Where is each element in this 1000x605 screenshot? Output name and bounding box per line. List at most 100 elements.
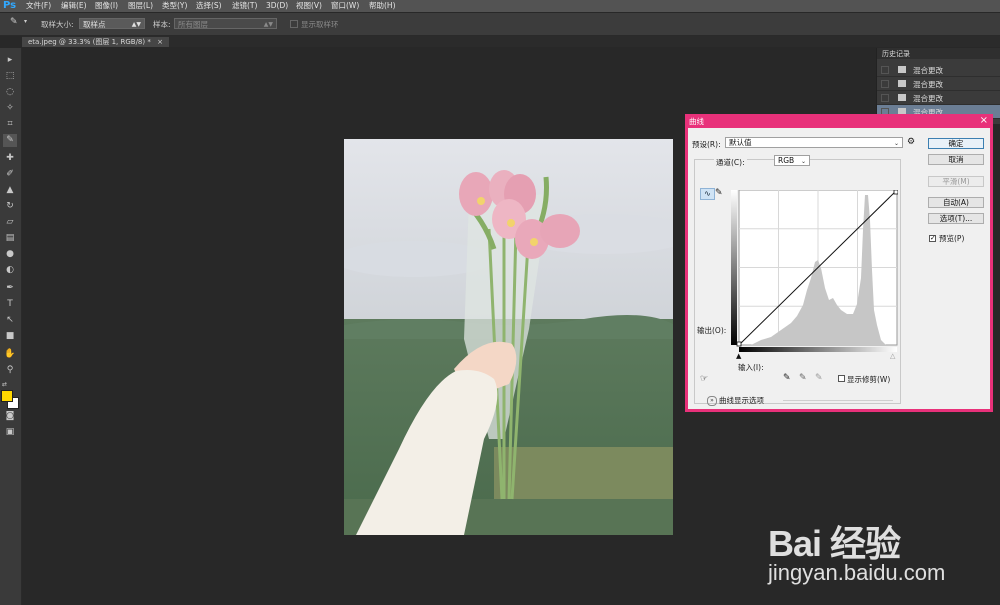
history-item[interactable]: 混合更改 bbox=[877, 63, 1000, 77]
crop-tool-icon[interactable]: ⌗ bbox=[3, 118, 17, 131]
dodge-tool-icon[interactable]: ◐ bbox=[3, 264, 17, 277]
output-gradient-bar bbox=[731, 190, 737, 345]
foreground-color-swatch[interactable] bbox=[1, 390, 13, 402]
curves-dialog: 曲线 × 预设(R): 默认值 ⌄ ⚙ 确定 取消 平滑(M) 自动(A) 选项(… bbox=[685, 114, 993, 412]
menu-edit[interactable]: 编辑(E) bbox=[61, 0, 87, 12]
toolbox: ▸ ⬚ ◌ ✧ ⌗ ✎ ✚ ✐ ▲ ↻ ▱ ▤ ● ◐ ✒ T ↖ ■ ✋ ⚲ … bbox=[0, 48, 22, 605]
smooth-button[interactable]: 平滑(M) bbox=[928, 176, 984, 187]
close-icon[interactable]: × bbox=[157, 38, 163, 46]
baidu-watermark: Bai 经验 jingyan.baidu.com bbox=[768, 495, 1000, 605]
options-button[interactable]: 选项(T)... bbox=[928, 213, 984, 224]
curve-display-options-label[interactable]: 曲线显示选项 bbox=[719, 395, 764, 406]
swap-colors-icon[interactable]: ⇄ bbox=[2, 381, 7, 388]
menu-help[interactable]: 帮助(H) bbox=[369, 0, 396, 12]
curves-graph[interactable] bbox=[731, 190, 898, 352]
menu-file[interactable]: 文件(F) bbox=[26, 0, 51, 12]
document-tab-title: eta.jpeg @ 33.3% (图层 1, RGB/8) * bbox=[28, 38, 151, 46]
document-icon bbox=[898, 80, 906, 87]
show-clipping-checkbox[interactable] bbox=[838, 375, 845, 382]
ok-button[interactable]: 确定 bbox=[928, 138, 984, 149]
menu-image[interactable]: 图像(I) bbox=[95, 0, 118, 12]
hand-adjust-icon[interactable]: ☞ bbox=[700, 374, 708, 384]
magic-wand-tool-icon[interactable]: ✧ bbox=[3, 102, 17, 115]
shape-tool-icon[interactable]: ■ bbox=[3, 330, 17, 343]
history-item[interactable]: 混合更改 bbox=[877, 77, 1000, 91]
chevron-down-icon: ▲▼ bbox=[131, 21, 141, 28]
brush-tool-icon[interactable]: ✐ bbox=[3, 168, 17, 181]
gradient-tool-icon[interactable]: ▤ bbox=[3, 232, 17, 245]
history-checkbox[interactable] bbox=[881, 66, 889, 74]
history-brush-tool-icon[interactable]: ↻ bbox=[3, 200, 17, 213]
sample-value: 所有图层 bbox=[178, 20, 208, 29]
output-label: 输出(O): bbox=[697, 326, 727, 335]
black-point-slider-icon[interactable]: ▲ bbox=[736, 352, 741, 360]
sample-select[interactable]: 所有图层 ▲▼ bbox=[174, 18, 277, 29]
channel-select[interactable]: RGB ⌄ bbox=[774, 155, 810, 166]
sample-size-value: 取样点 bbox=[83, 20, 106, 29]
sample-size-select[interactable]: 取样点 ▲▼ bbox=[79, 18, 145, 29]
divider bbox=[783, 400, 893, 401]
zoom-tool-icon[interactable]: ⚲ bbox=[3, 364, 17, 377]
quick-mask-icon[interactable]: ◙ bbox=[3, 410, 17, 423]
stamp-tool-icon[interactable]: ▲ bbox=[3, 184, 17, 197]
pen-tool-icon[interactable]: ✒ bbox=[3, 282, 17, 295]
path-select-tool-icon[interactable]: ↖ bbox=[3, 314, 17, 327]
curve-point-black bbox=[736, 341, 742, 347]
preset-options-gear-icon[interactable]: ⚙ bbox=[907, 137, 915, 147]
menu-view[interactable]: 视图(V) bbox=[296, 0, 322, 12]
history-item[interactable]: 混合更改 bbox=[877, 91, 1000, 105]
chevron-down-icon: ⌄ bbox=[800, 158, 806, 165]
tool-preset-arrow-icon[interactable]: ▾ bbox=[24, 18, 27, 25]
menu-filter[interactable]: 滤镜(T) bbox=[232, 0, 257, 12]
show-ring-checkbox[interactable] bbox=[290, 20, 298, 28]
eraser-tool-icon[interactable]: ▱ bbox=[3, 216, 17, 229]
lasso-tool-icon[interactable]: ◌ bbox=[3, 86, 17, 99]
screen-mode-icon[interactable]: ▣ bbox=[3, 426, 17, 439]
white-eyedropper-icon[interactable]: ✎ bbox=[815, 373, 823, 383]
healing-brush-tool-icon[interactable]: ✚ bbox=[3, 152, 17, 165]
input-label: 输入(I): bbox=[738, 363, 764, 372]
document-tab[interactable]: eta.jpeg @ 33.3% (图层 1, RGB/8) * × bbox=[22, 37, 169, 47]
close-icon[interactable]: × bbox=[980, 114, 988, 128]
menu-select[interactable]: 选择(S) bbox=[196, 0, 222, 12]
preset-select[interactable]: 默认值 ⌄ bbox=[725, 137, 903, 148]
type-tool-icon[interactable]: T bbox=[3, 298, 17, 311]
expand-chevron-icon[interactable]: » bbox=[707, 396, 717, 406]
marquee-tool-icon[interactable]: ⬚ bbox=[3, 70, 17, 83]
menu-bar: Ps 文件(F) 编辑(E) 图像(I) 图层(L) 类型(Y) 选择(S) 滤… bbox=[0, 0, 1000, 12]
document-icon bbox=[898, 66, 906, 73]
preview-checkbox[interactable]: ✓ bbox=[929, 235, 936, 242]
hand-tool-icon[interactable]: ✋ bbox=[3, 348, 17, 361]
options-bar: ✎ ▾ 取样大小: 取样点 ▲▼ 样本: 所有图层 ▲▼ 显示取样环 bbox=[0, 13, 1000, 36]
show-ring-label: 显示取样环 bbox=[301, 20, 339, 29]
white-point-slider-icon[interactable]: △ bbox=[890, 352, 895, 360]
black-eyedropper-icon[interactable]: ✎ bbox=[783, 373, 791, 383]
document-icon bbox=[898, 94, 906, 101]
menu-window[interactable]: 窗口(W) bbox=[331, 0, 359, 12]
curves-dialog-title: 曲线 bbox=[689, 117, 704, 126]
eyedropper-icon[interactable]: ✎ bbox=[10, 17, 18, 27]
channel-label: 通道(C): bbox=[714, 157, 747, 168]
move-tool-icon[interactable]: ▸ bbox=[3, 54, 17, 67]
curve-point-tool-icon[interactable]: ∿ bbox=[700, 188, 715, 200]
preset-value: 默认值 bbox=[729, 138, 752, 147]
menu-3d[interactable]: 3D(D) bbox=[266, 0, 288, 12]
chevron-down-icon: ⌄ bbox=[893, 140, 899, 147]
menu-layer[interactable]: 图层(L) bbox=[128, 0, 153, 12]
menu-type[interactable]: 类型(Y) bbox=[162, 0, 187, 12]
eyedropper-tool-icon[interactable]: ✎ bbox=[3, 134, 17, 147]
history-checkbox[interactable] bbox=[881, 80, 889, 88]
chevron-down-icon: ▲▼ bbox=[263, 21, 273, 28]
photoshop-logo: Ps bbox=[3, 0, 17, 11]
document-canvas-image[interactable] bbox=[344, 139, 673, 535]
blur-tool-icon[interactable]: ● bbox=[3, 248, 17, 261]
history-item-label: 混合更改 bbox=[913, 80, 943, 89]
gray-eyedropper-icon[interactable]: ✎ bbox=[799, 373, 807, 383]
history-checkbox[interactable] bbox=[881, 94, 889, 102]
history-panel-title: 历史记录 bbox=[882, 50, 910, 58]
cancel-button[interactable]: 取消 bbox=[928, 154, 984, 165]
show-clipping-label: 显示修剪(W) bbox=[847, 375, 891, 384]
pencil-tool-icon[interactable]: ✎ bbox=[715, 188, 723, 198]
auto-button[interactable]: 自动(A) bbox=[928, 197, 984, 208]
history-panel: 历史记录 混合更改 混合更改 混合更改 混合更改 bbox=[876, 48, 1000, 124]
